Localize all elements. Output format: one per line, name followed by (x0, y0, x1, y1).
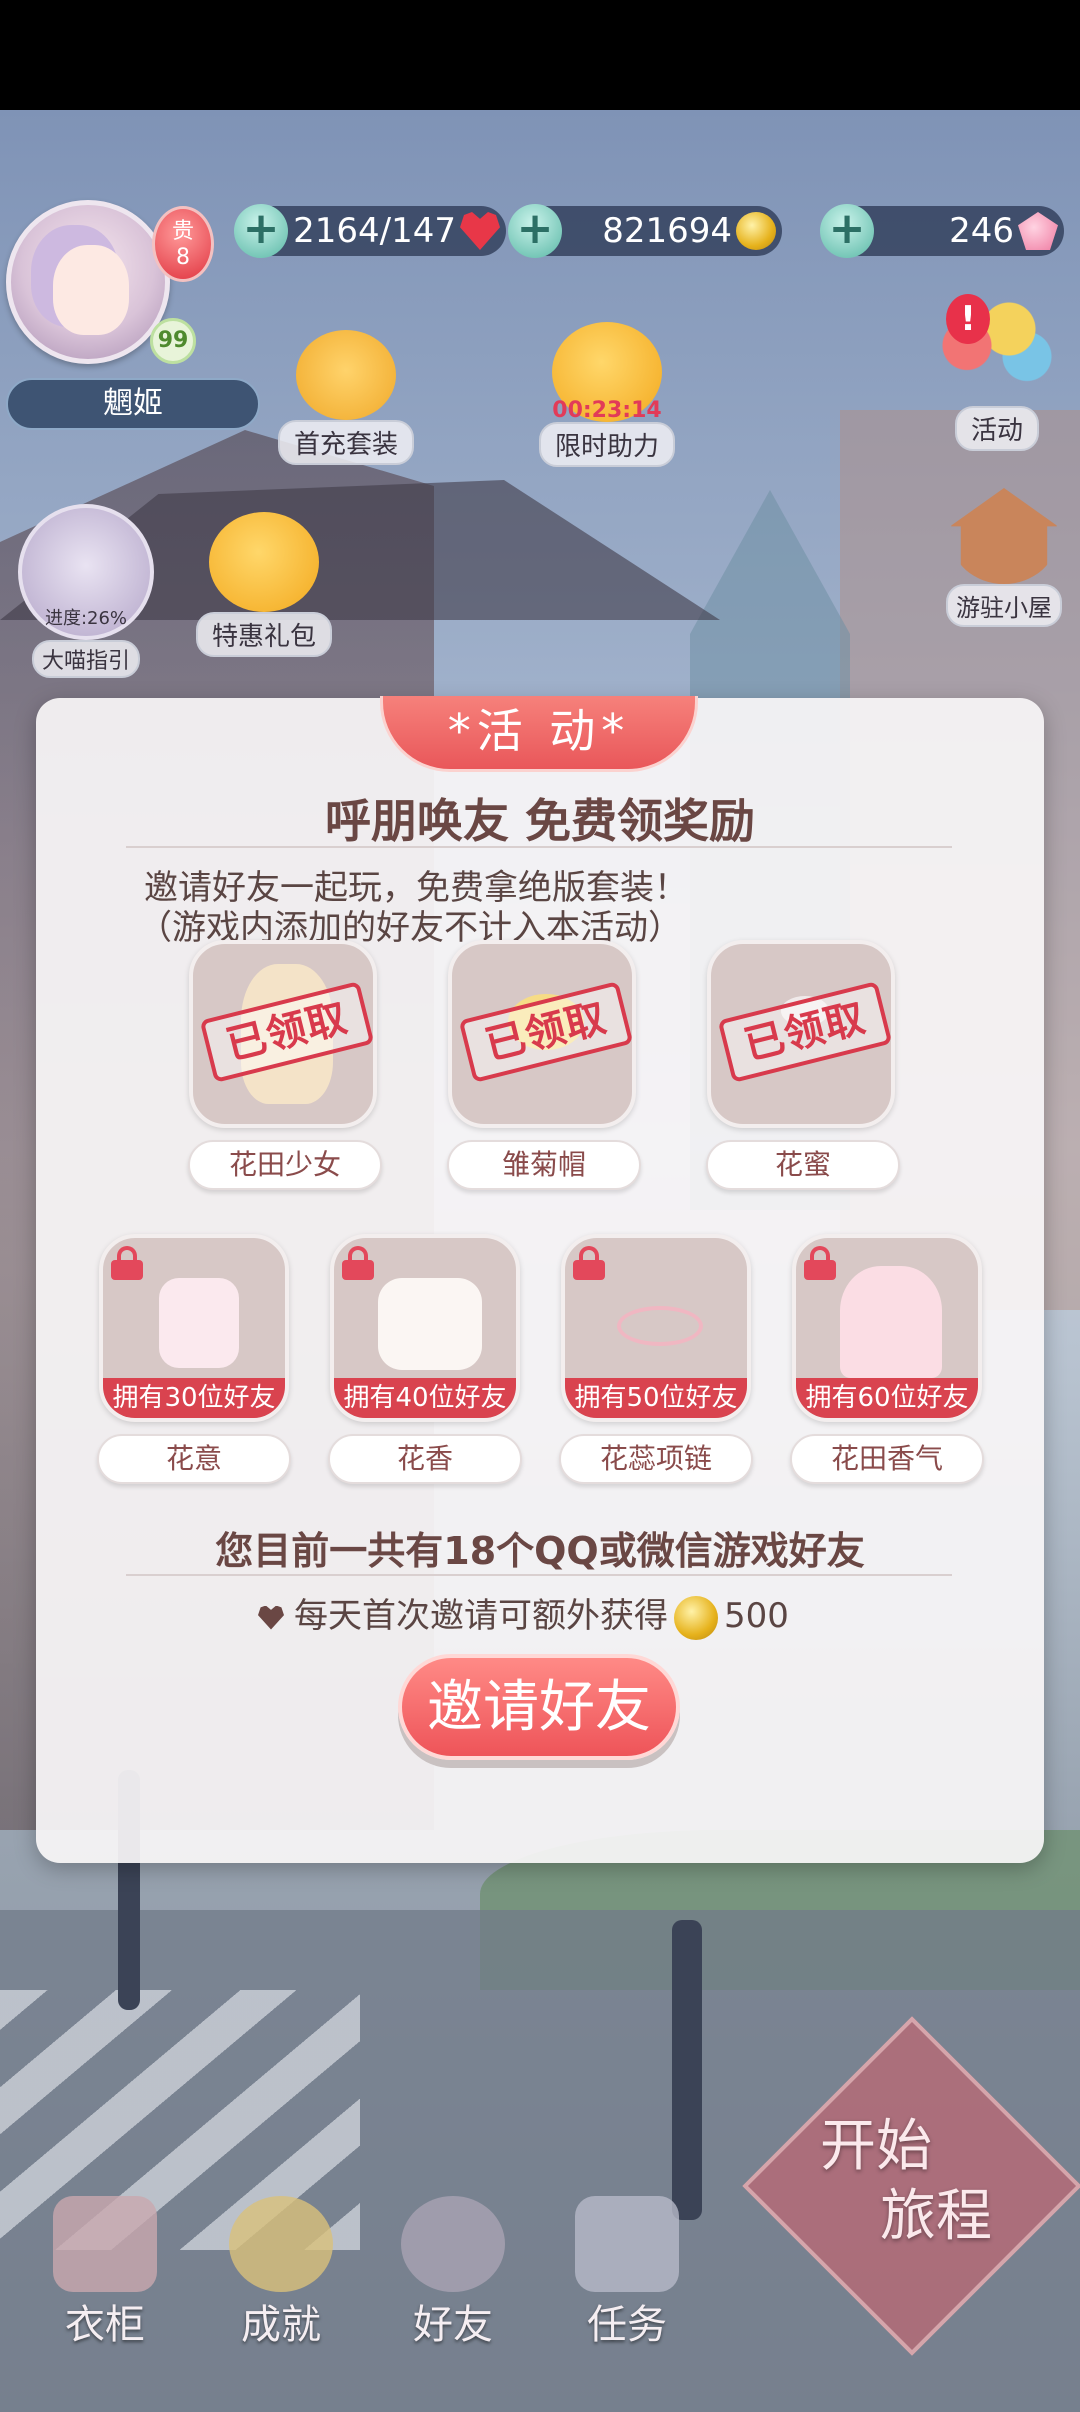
requirement-bar: 拥有60位好友 (796, 1378, 978, 1418)
daily-bonus-text: 每天首次邀请可额外获得 (294, 1596, 668, 1636)
nav-wardrobe[interactable]: 衣柜 (30, 2196, 180, 2350)
requirement-bar: 拥有30位好友 (103, 1378, 285, 1418)
alert-icon: ! (946, 294, 990, 344)
cottage-button[interactable]: 游驻小屋 (940, 488, 1068, 627)
nav-friends[interactable]: 好友 (378, 2196, 528, 2350)
activity-label: 活动 (954, 406, 1039, 451)
vip-level: 8 (176, 245, 190, 270)
invite-friends-button[interactable]: 邀请好友 (398, 1654, 680, 1760)
reward-name: 花意 (97, 1434, 291, 1484)
heart-icon (460, 212, 500, 250)
socks-icon (159, 1278, 239, 1368)
guide-label: 大喵指引 (31, 640, 140, 678)
gems-bar: + 246 (820, 204, 1064, 258)
add-stamina-button[interactable]: + (234, 204, 288, 258)
add-coins-button[interactable]: + (508, 204, 562, 258)
stamina-bar: + 2164/147 (234, 204, 506, 258)
gems-value: 246 (949, 211, 1014, 251)
reward-slot: 已领取 (448, 940, 636, 1128)
reward-slot: 拥有60位好友 (792, 1234, 982, 1422)
reward-name: 花田少女 (188, 1140, 382, 1190)
start-line-1: 开始 (820, 2114, 932, 2179)
first-recharge-button[interactable]: 首充套装 (278, 330, 414, 465)
reward-name: 雏菊帽 (447, 1140, 641, 1190)
player-avatar[interactable] (6, 200, 170, 364)
status-bar (0, 0, 1080, 110)
cottage-label: 游驻小屋 (946, 584, 1062, 627)
guide-button[interactable]: 进度:26% 大喵指引 (16, 504, 156, 678)
timed-help-label: 限时助力 (538, 422, 675, 467)
house-icon (950, 488, 1058, 584)
friends-icon (401, 2196, 505, 2292)
reward-slot: 拥有30位好友 (99, 1234, 289, 1422)
daily-bonus-line: 每天首次邀请可额外获得 500 (258, 1588, 789, 1640)
count-divider (126, 1574, 952, 1576)
daily-bonus-amount: 500 (724, 1596, 789, 1636)
coin-chick-icon (209, 512, 319, 612)
vip-label: 贵 (171, 219, 194, 244)
nav-wardrobe-label: 衣柜 (65, 2302, 145, 2348)
gem-icon (1018, 212, 1058, 250)
friend-count-text: 您目前一共有18个QQ或微信游戏好友 (215, 1529, 865, 1573)
reward-item[interactable]: 已领取 花田少女 (188, 940, 382, 1190)
vip-badge[interactable]: 贵 8 (152, 206, 214, 282)
reward-slot: 拥有50位好友 (561, 1234, 751, 1422)
coins-bar: + 821694 (508, 204, 782, 258)
medal-icon (229, 2196, 333, 2292)
guide-progress: 进度:26% (44, 608, 128, 629)
reward-item[interactable]: 拥有50位好友 花蕊项链 (558, 1234, 754, 1484)
heart-icon (258, 1605, 284, 1630)
modal-title: 呼朋唤友 免费领奖励 (324, 794, 755, 848)
wardrobe-icon (53, 2196, 157, 2292)
player-name[interactable]: 魍姬 (6, 378, 260, 430)
start-journey-label: 开始 旅程 (820, 2112, 1020, 2252)
dress-icon (840, 1266, 942, 1378)
nav-friends-label: 好友 (413, 2302, 493, 2348)
pig-icon (296, 330, 396, 420)
reward-name: 花蕊项链 (559, 1434, 753, 1484)
reward-item[interactable]: 拥有60位好友 花田香气 (789, 1234, 985, 1484)
reward-name: 花蜜 (706, 1140, 900, 1190)
timed-help-timer: 00:23:14 (552, 398, 662, 423)
reward-name: 花田香气 (790, 1434, 984, 1484)
tasks-icon (575, 2196, 679, 2292)
special-pack-label: 特惠礼包 (196, 612, 332, 657)
modal-tab: *活 动* (380, 696, 698, 772)
coin-icon (674, 1595, 718, 1640)
nav-achievements[interactable]: 成就 (206, 2196, 356, 2350)
timed-help-button[interactable]: 00:23:14 限时助力 (532, 322, 682, 467)
coin-icon (736, 212, 776, 250)
nav-tasks-label: 任务 (587, 2302, 667, 2348)
blouse-icon (378, 1278, 482, 1370)
activity-button[interactable]: ! 活动 (932, 294, 1062, 451)
stamina-value: 2164/147 (293, 211, 456, 251)
reward-slot: 拥有40位好友 (330, 1234, 520, 1422)
add-gems-button[interactable]: + (820, 204, 874, 258)
reward-item[interactable]: 已领取 雏菊帽 (447, 940, 641, 1190)
title-divider (126, 846, 952, 848)
first-recharge-label: 首充套装 (278, 420, 414, 465)
reward-item[interactable]: 拥有40位好友 花香 (327, 1234, 523, 1484)
lock-icon (804, 1246, 836, 1280)
background-pole (672, 1920, 702, 2220)
requirement-bar: 拥有40位好友 (334, 1378, 516, 1418)
nav-achievements-label: 成就 (241, 2302, 321, 2348)
coins-value: 821694 (602, 211, 732, 251)
reward-name: 花香 (328, 1434, 522, 1484)
reward-item[interactable]: 拥有30位好友 花意 (96, 1234, 292, 1484)
player-level: 99 (150, 318, 196, 364)
requirement-bar: 拥有50位好友 (565, 1378, 747, 1418)
reward-slot: 已领取 (707, 940, 895, 1128)
reward-slot: 已领取 (189, 940, 377, 1128)
nav-tasks[interactable]: 任务 (552, 2196, 702, 2350)
lock-icon (111, 1246, 143, 1280)
lock-icon (573, 1246, 605, 1280)
lock-icon (342, 1246, 374, 1280)
special-pack-button[interactable]: 特惠礼包 (196, 512, 332, 657)
start-line-2: 旅程 (880, 2184, 992, 2249)
reward-item[interactable]: 已领取 花蜜 (706, 940, 900, 1190)
necklace-icon (617, 1306, 703, 1346)
